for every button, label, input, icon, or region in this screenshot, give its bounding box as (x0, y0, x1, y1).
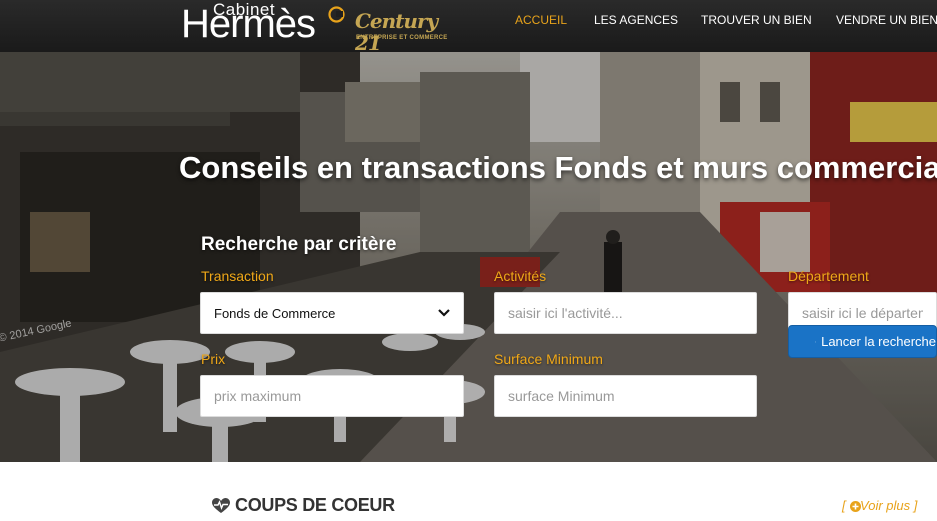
logo-mark-icon (328, 6, 345, 23)
transaction-value: Fonds de Commerce (214, 305, 336, 321)
surface-input[interactable] (494, 375, 757, 417)
coups-de-coeur-title: COUPS DE COEUR (235, 495, 395, 515)
nav-accueil[interactable]: ACCUEIL (515, 13, 567, 27)
hero-overlay (0, 52, 937, 462)
cabinet-hermes-logo[interactable]: Cabinet Hermès (181, 0, 351, 48)
nav-vendre-un-bien[interactable]: VENDRE UN BIEN (836, 13, 937, 27)
hero-section: © 2014 Google Conseils en transactions F… (0, 52, 937, 462)
prix-input[interactable] (200, 375, 464, 417)
transaction-select[interactable]: Fonds de Commerce (200, 292, 464, 334)
century21-tagline: ENTREPRISE ET COMMERCE (356, 35, 448, 41)
coups-de-coeur-heading: COUPS DE COEUR (212, 495, 395, 516)
logo-line2: Hermès (181, 2, 316, 46)
plus-circle-icon (850, 501, 861, 512)
transaction-label: Transaction (201, 268, 274, 284)
search-button-label: Lancer la recherche (821, 334, 936, 349)
search-icon (815, 340, 817, 343)
activites-label: Activités (494, 268, 547, 284)
prix-label: Prix (201, 351, 226, 367)
chevron-down-icon (438, 309, 450, 317)
heart-pulse-icon (212, 497, 230, 513)
hero-title: Conseils en transactions Fonds et murs c… (179, 150, 937, 185)
surface-label: Surface Minimum (494, 351, 603, 367)
activites-input[interactable] (494, 292, 757, 334)
departement-label: Département (788, 268, 869, 284)
voir-plus-link[interactable]: [ Voir plus ] (842, 498, 917, 513)
nav-trouver-un-bien[interactable]: TROUVER UN BIEN (701, 13, 812, 27)
century21-name: Century 21 (355, 9, 438, 55)
century21-logo[interactable]: Century 21 ENTREPRISE ET COMMERCE (355, 10, 450, 54)
search-title: Recherche par critère (201, 234, 397, 255)
site-header: Cabinet Hermès Century 21 ENTREPRISE ET … (0, 0, 937, 54)
search-button[interactable]: Lancer la recherche (788, 325, 937, 358)
nav-les-agences[interactable]: LES AGENCES (594, 13, 678, 27)
